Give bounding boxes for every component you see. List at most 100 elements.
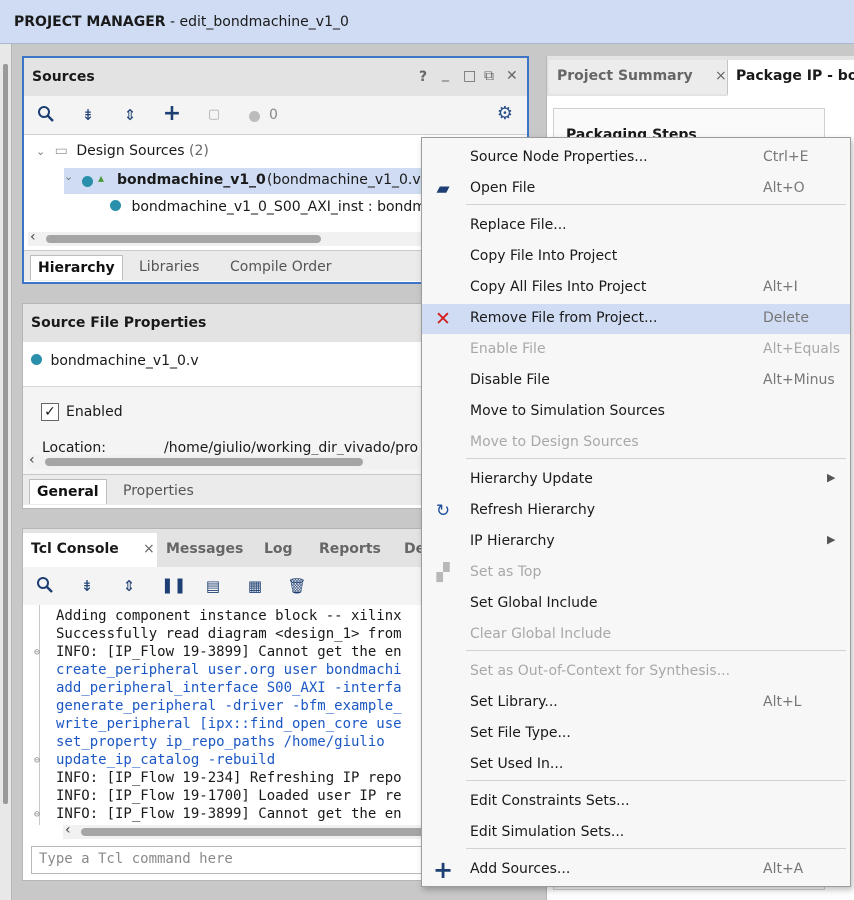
tab-messages[interactable]: Messages bbox=[166, 541, 243, 557]
tab-reports[interactable]: Reports bbox=[319, 541, 381, 557]
menu-item-label: Clear Global Include bbox=[470, 626, 612, 642]
tab-package-ip[interactable]: Package IP - bon bbox=[728, 60, 854, 96]
chevron-down-icon[interactable]: ⌄ bbox=[64, 170, 73, 183]
tree-root[interactable]: ⌄ ▭ Design Sources (2) bbox=[36, 143, 209, 159]
close-icon[interactable]: ✕ bbox=[506, 68, 518, 84]
fold-icon[interactable]: ⊖ bbox=[34, 755, 40, 766]
menu-item-label: Add Sources... bbox=[470, 861, 571, 877]
enabled-label: Enabled bbox=[66, 404, 123, 420]
close-icon[interactable]: × bbox=[715, 68, 727, 84]
properties-icon[interactable]: ▢ bbox=[204, 105, 224, 125]
menu-item-remove-file-from-project[interactable]: ✕ Remove File from Project... Delete bbox=[422, 304, 850, 334]
sources-hscroll-thumb[interactable] bbox=[46, 235, 321, 243]
collapse-all-icon[interactable]: ⇟ bbox=[78, 105, 98, 125]
menu-item-set-library[interactable]: Set Library... Alt+L bbox=[422, 688, 850, 718]
add-icon[interactable]: + bbox=[162, 103, 182, 125]
menu-item-label: Replace File... bbox=[470, 217, 567, 233]
menu-item-label: Hierarchy Update bbox=[470, 471, 593, 487]
table-icon[interactable]: ▦ bbox=[245, 576, 265, 596]
menu-item-label: Copy All Files Into Project bbox=[470, 279, 647, 295]
menu-item-edit-constraints-sets[interactable]: Edit Constraints Sets... bbox=[422, 787, 850, 817]
scroll-left-icon[interactable]: ‹ bbox=[29, 452, 35, 468]
console-line: INFO: [IP_Flow 19-3899] Cannot get the e… bbox=[56, 806, 402, 822]
close-icon[interactable]: × bbox=[143, 541, 155, 557]
tab-tcl-console[interactable]: Tcl Console × bbox=[23, 533, 157, 567]
folder-open-icon: ▰ bbox=[436, 179, 450, 199]
left-scrollbar[interactable] bbox=[0, 44, 12, 900]
menu-item-source-node-properties[interactable]: Source Node Properties... Ctrl+E bbox=[422, 143, 850, 173]
tree-child-row[interactable]: bondmachine_v1_0_S00_AXI_inst : bondm bbox=[110, 199, 426, 215]
chevron-down-icon[interactable]: ⌄ bbox=[36, 145, 45, 158]
menu-item-set-file-type[interactable]: Set File Type... bbox=[422, 719, 850, 749]
collapse-all-icon[interactable]: ⇟ bbox=[77, 576, 97, 596]
tab-compile-order[interactable]: Compile Order bbox=[223, 255, 339, 279]
left-scrollbar-thumb[interactable] bbox=[3, 64, 8, 804]
sources-hscroll[interactable]: ‹ bbox=[28, 229, 423, 246]
help-icon[interactable]: ? bbox=[419, 69, 427, 85]
menu-item-hierarchy-update[interactable]: Hierarchy Update ▶ bbox=[422, 465, 850, 495]
menu-item-copy-file-into-project[interactable]: Copy File Into Project bbox=[422, 242, 850, 272]
minimize-icon[interactable]: _ bbox=[442, 66, 449, 82]
float-icon[interactable]: ⧉ bbox=[484, 68, 494, 84]
menu-item-edit-simulation-sets[interactable]: Edit Simulation Sets... bbox=[422, 818, 850, 848]
submenu-arrow-icon: ▶ bbox=[827, 471, 836, 484]
project-name: - edit_bondmachine_v1_0 bbox=[165, 14, 349, 30]
verilog-file-icon bbox=[110, 200, 121, 211]
sources-title: Sources bbox=[32, 69, 95, 85]
pause-icon[interactable]: ❚❚ bbox=[161, 575, 186, 595]
status-dot-icon bbox=[249, 111, 260, 122]
fold-icon[interactable]: ⊖ bbox=[34, 647, 40, 658]
console-line: generate_peripheral -driver -bfm_example… bbox=[56, 698, 402, 714]
maximize-icon[interactable]: □ bbox=[463, 68, 476, 84]
menu-item-label: Disable File bbox=[470, 372, 550, 388]
expand-all-icon[interactable]: ⇕ bbox=[119, 576, 139, 596]
gear-icon[interactable]: ⚙ bbox=[495, 104, 515, 124]
tree-top-row[interactable]: ⌄ ▴ bondmachine_v1_0 (bondmachine_v1_0.v… bbox=[64, 168, 426, 194]
menu-separator bbox=[466, 780, 846, 781]
tcl-input[interactable]: Type a Tcl command here bbox=[31, 846, 453, 874]
menu-item-shortcut: Alt+I bbox=[763, 279, 798, 295]
menu-item-ip-hierarchy[interactable]: IP Hierarchy ▶ bbox=[422, 527, 850, 557]
sources-header: Sources ? _ □ ⧉ ✕ bbox=[24, 58, 527, 96]
tab-hierarchy[interactable]: Hierarchy bbox=[30, 255, 123, 280]
enabled-checkbox[interactable]: ✓ bbox=[41, 403, 59, 421]
menu-item-copy-all-files-into-project[interactable]: Copy All Files Into Project Alt+I bbox=[422, 273, 850, 303]
menu-item-replace-file[interactable]: Replace File... bbox=[422, 211, 850, 241]
tab-libraries[interactable]: Libraries bbox=[132, 255, 206, 279]
menu-item-label: Refresh Hierarchy bbox=[470, 502, 595, 518]
menu-item-add-sources[interactable]: + Add Sources... Alt+A bbox=[422, 855, 850, 885]
scroll-left-icon[interactable]: ‹ bbox=[30, 229, 36, 245]
console-hscroll-thumb[interactable] bbox=[81, 828, 426, 836]
menu-item-disable-file[interactable]: Disable File Alt+Minus bbox=[422, 366, 850, 396]
tab-properties[interactable]: Properties bbox=[116, 479, 201, 503]
tree-root-label: Design Sources bbox=[76, 143, 185, 159]
fold-icon[interactable]: ⊖ bbox=[34, 809, 40, 820]
menu-item-set-as-top: ▞ Set as Top bbox=[422, 558, 850, 588]
console-line: add_peripheral_interface S00_AXI -interf… bbox=[56, 680, 402, 696]
tab-project-summary[interactable]: Project Summary × bbox=[549, 60, 728, 94]
menu-item-shortcut: Alt+O bbox=[763, 180, 805, 196]
menu-item-move-to-simulation-sources[interactable]: Move to Simulation Sources bbox=[422, 397, 850, 427]
top-module-name: bondmachine_v1_0 bbox=[117, 172, 266, 188]
copy-icon[interactable]: ▤ bbox=[203, 576, 223, 596]
scroll-left-icon[interactable]: ‹ bbox=[65, 822, 71, 838]
search-icon[interactable] bbox=[35, 576, 55, 596]
trash-icon[interactable]: 🗑 bbox=[287, 576, 307, 596]
tab-package-ip-label: Package IP - bon bbox=[736, 68, 854, 84]
console-hscroll[interactable]: ‹ bbox=[63, 822, 426, 839]
properties-hscroll[interactable]: ‹ bbox=[27, 452, 422, 469]
menu-item-set-global-include[interactable]: Set Global Include bbox=[422, 589, 850, 619]
tab-log[interactable]: Log bbox=[264, 541, 293, 557]
menu-item-label: Open File bbox=[470, 180, 536, 196]
remove-x-icon: ✕ bbox=[435, 308, 451, 330]
menu-item-open-file[interactable]: ▰ Open File Alt+O bbox=[422, 174, 850, 204]
menu-item-label: Source Node Properties... bbox=[470, 149, 648, 165]
menu-item-refresh-hierarchy[interactable]: ↻ Refresh Hierarchy bbox=[422, 496, 850, 526]
verilog-file-icon bbox=[31, 354, 42, 365]
tab-general[interactable]: General bbox=[29, 479, 107, 504]
menu-item-set-as-out-of-context-for-synthesis: Set as Out-of-Context for Synthesis... bbox=[422, 657, 850, 687]
properties-hscroll-thumb[interactable] bbox=[45, 458, 363, 466]
menu-item-set-used-in[interactable]: Set Used In... bbox=[422, 750, 850, 780]
search-icon[interactable] bbox=[36, 105, 56, 125]
expand-all-icon[interactable]: ⇕ bbox=[120, 105, 140, 125]
